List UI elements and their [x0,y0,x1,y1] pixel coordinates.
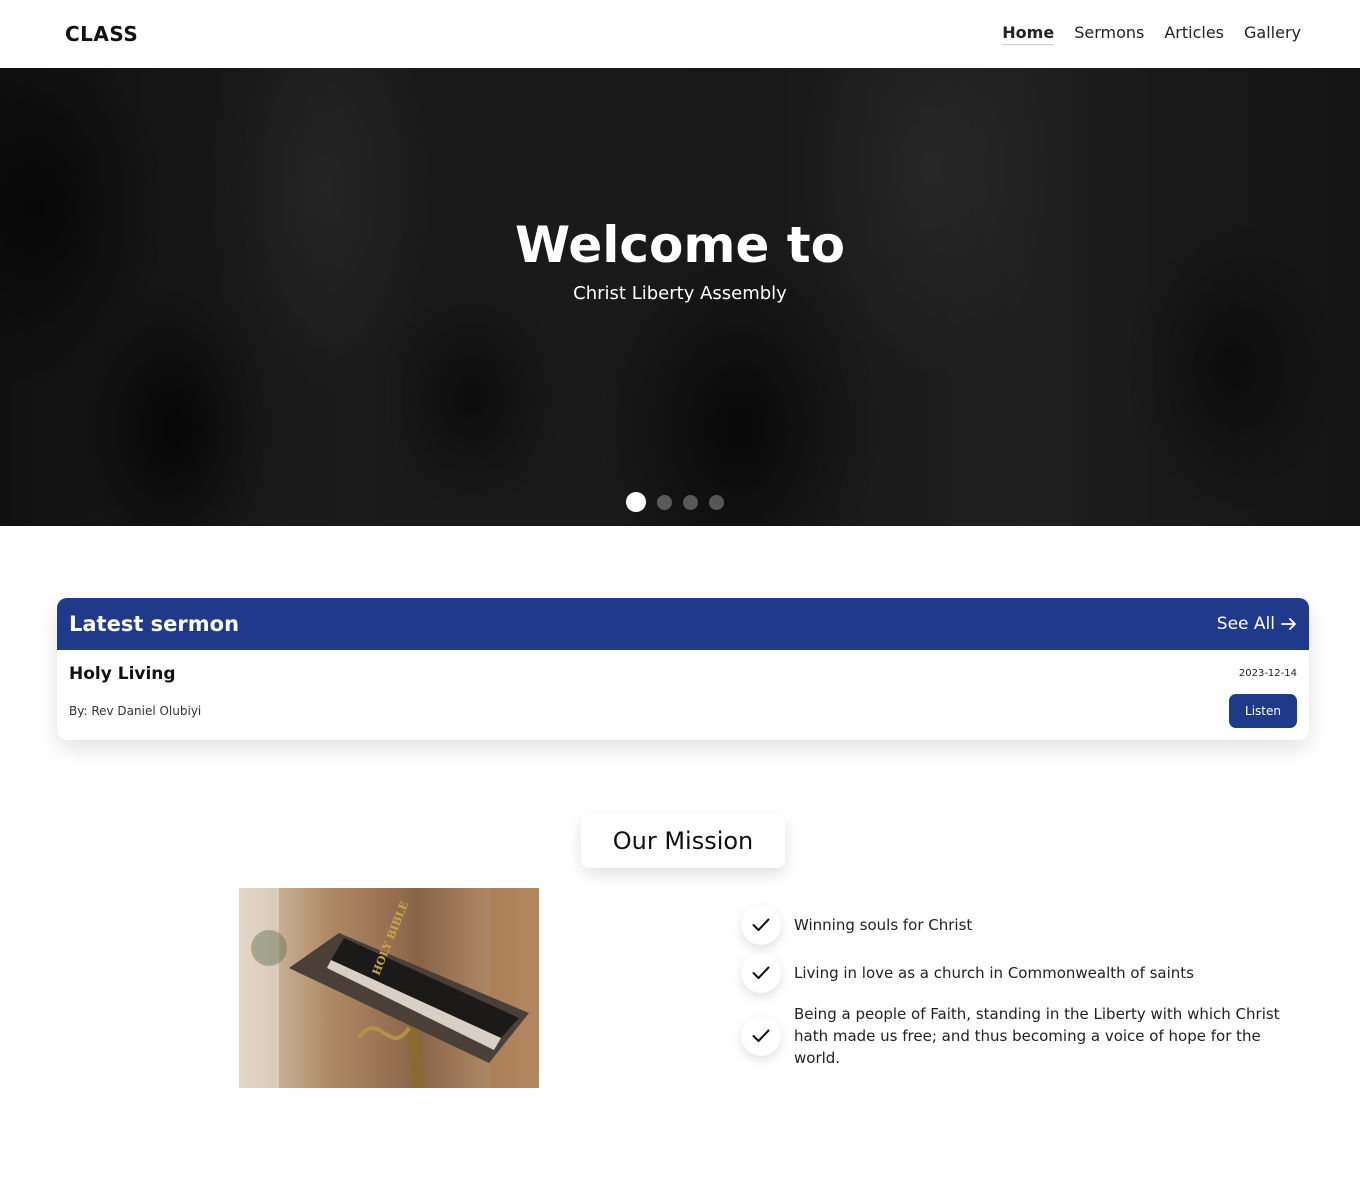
latest-sermon-card: Latest sermon See All Holy Living 2023-1… [57,598,1309,740]
hero-subtitle: Christ Liberty Assembly [573,283,787,304]
mission-item: Being a people of Faith, standing in the… [741,1003,1294,1069]
carousel-dot-1[interactable] [626,492,646,512]
mission-item-text: Living in love as a church in Commonweal… [794,964,1194,982]
check-icon [741,953,781,993]
nav-link-gallery[interactable]: Gallery [1244,23,1301,45]
mission-item: Living in love as a church in Commonweal… [741,953,1294,993]
nav-link-home[interactable]: Home [1002,23,1055,45]
sermon-title: Holy Living [69,664,176,684]
sermon-author: By: Rev Daniel Olubiyi [69,704,202,718]
brand-logo[interactable]: CLASS [65,22,138,46]
mission-item-text: Winning souls for Christ [794,916,973,934]
carousel-dot-2[interactable] [657,494,672,510]
mission-title: Our Mission [581,814,785,868]
carousel-dot-4[interactable] [709,494,724,510]
check-icon [741,1016,781,1056]
carousel-indicators [626,492,724,512]
mission-item: Winning souls for Christ [741,905,1294,945]
sermon-date: 2023-12-14 [1238,668,1297,679]
arrow-right-icon [1281,616,1297,632]
latest-sermon-heading: Latest sermon [69,612,240,636]
hero-title: Welcome to [514,216,846,274]
hero-carousel: Welcome to Christ Liberty Assembly [0,68,1360,526]
see-all-label: See All [1216,614,1275,634]
latest-sermon-header: Latest sermon See All [57,598,1309,650]
bible-on-lectern-image: HOLY BIBLE [239,888,539,1088]
navbar: CLASS Home Sermons Articles Gallery [0,0,1360,68]
carousel-dot-3[interactable] [683,494,698,510]
see-all-link[interactable]: See All [1217,614,1297,634]
nav-links: Home Sermons Articles Gallery [1002,23,1301,45]
nav-link-sermons[interactable]: Sermons [1074,23,1144,45]
listen-button[interactable]: Listen [1229,694,1297,728]
nav-link-articles[interactable]: Articles [1164,23,1224,45]
check-icon [741,905,781,945]
mission-item-text: Being a people of Faith, standing in the… [794,1005,1280,1067]
